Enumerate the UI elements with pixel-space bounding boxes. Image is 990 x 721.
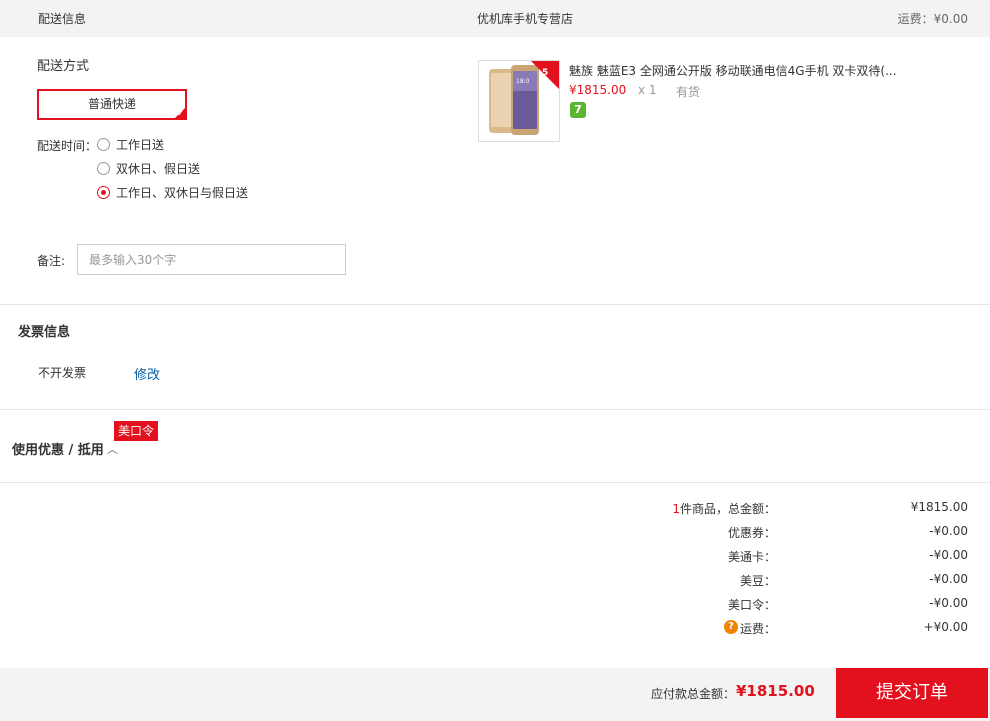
divider	[0, 482, 990, 483]
invoice-value: 不开发票	[38, 366, 87, 380]
coupon-promo-tag: 美口令	[114, 421, 159, 441]
product-stock-status: 有货	[676, 85, 701, 99]
shipping-fee: 运费：¥0.00	[897, 12, 968, 26]
remark-label: 备注:	[37, 254, 66, 268]
summary-shipping-value: +¥0.00	[923, 620, 968, 634]
pay-total-amount: ¥1815.00	[736, 682, 815, 700]
product-quantity: x 1	[638, 83, 657, 97]
delivery-header-bar: 配送信息 优机库手机专营店 运费：¥0.00	[0, 0, 990, 37]
delivery-method-value: 普通快递	[87, 97, 136, 111]
remark-input[interactable]	[77, 244, 346, 275]
delivery-time-label: 配送时间：	[37, 139, 98, 153]
invoice-edit-link[interactable]: 修改	[134, 364, 160, 383]
delivery-method-label: 配送方式	[37, 59, 90, 74]
item-count: 1	[672, 502, 680, 516]
delivery-time-option-label: 工作日、双休日与假日送	[116, 186, 249, 200]
coupon-section-title: 使用优惠 / 抵用	[12, 443, 104, 458]
delivery-method-option-express[interactable]: 普通快递 ✓	[37, 89, 187, 120]
summary-code-label: 美口令：	[727, 598, 776, 612]
radio-icon[interactable]	[97, 138, 110, 151]
product-price: ¥1815.00	[569, 83, 627, 97]
chevron-up-icon: ︿	[106, 442, 118, 456]
divider	[0, 304, 990, 305]
check-icon: ✓	[177, 109, 184, 118]
store-name[interactable]: 优机库手机专营店	[477, 10, 573, 27]
delivery-time-option-all[interactable]: 工作日、双休日与假日送	[97, 184, 248, 201]
summary-code-value: -¥0.00	[929, 596, 968, 610]
product-image[interactable]: 18:0 5	[478, 60, 560, 142]
summary-beans-label: 美豆：	[739, 574, 776, 588]
summary-total-label: 1件商品，总金额：	[672, 500, 776, 517]
radio-checked-icon[interactable]	[97, 186, 110, 199]
invoice-section-title: 发票信息	[18, 325, 71, 340]
delivery-section-title: 配送信息	[38, 12, 87, 26]
phone-image-icon: 18:0 5	[479, 61, 559, 141]
delivery-time-option-label: 双休日、假日送	[116, 162, 201, 176]
svg-text:18:0: 18:0	[516, 78, 530, 85]
svg-text:5: 5	[542, 68, 548, 78]
item-count-suffix: 件商品，总金额：	[679, 502, 776, 516]
radio-icon[interactable]	[97, 162, 110, 175]
summary-total-value: ¥1815.00	[910, 500, 968, 514]
summary-shipping-label: 运费：	[739, 622, 776, 636]
pay-total-label: 应付款总金额：	[651, 687, 736, 701]
submit-order-button[interactable]: 提交订单	[836, 668, 988, 718]
divider	[0, 409, 990, 410]
delivery-time-option-weekday[interactable]: 工作日送	[97, 136, 164, 153]
coupon-section-toggle[interactable]: 使用优惠 / 抵用 ︿	[12, 439, 118, 459]
help-icon[interactable]: ?	[724, 620, 738, 634]
delivery-time-option-label: 工作日送	[116, 138, 165, 152]
summary-coupon-label: 优惠券：	[727, 526, 776, 540]
summary-card-label: 美通卡：	[727, 550, 776, 564]
summary-beans-value: -¥0.00	[929, 572, 968, 586]
delivery-time-option-weekend[interactable]: 双休日、假日送	[97, 160, 200, 177]
summary-coupon-value: -¥0.00	[929, 524, 968, 538]
seven-day-return-icon: 7	[570, 102, 586, 118]
product-title[interactable]: 魅族 魅蓝E3 全网通公开版 移动联通电信4G手机 双卡双待(...	[569, 62, 899, 79]
summary-card-value: -¥0.00	[929, 548, 968, 562]
